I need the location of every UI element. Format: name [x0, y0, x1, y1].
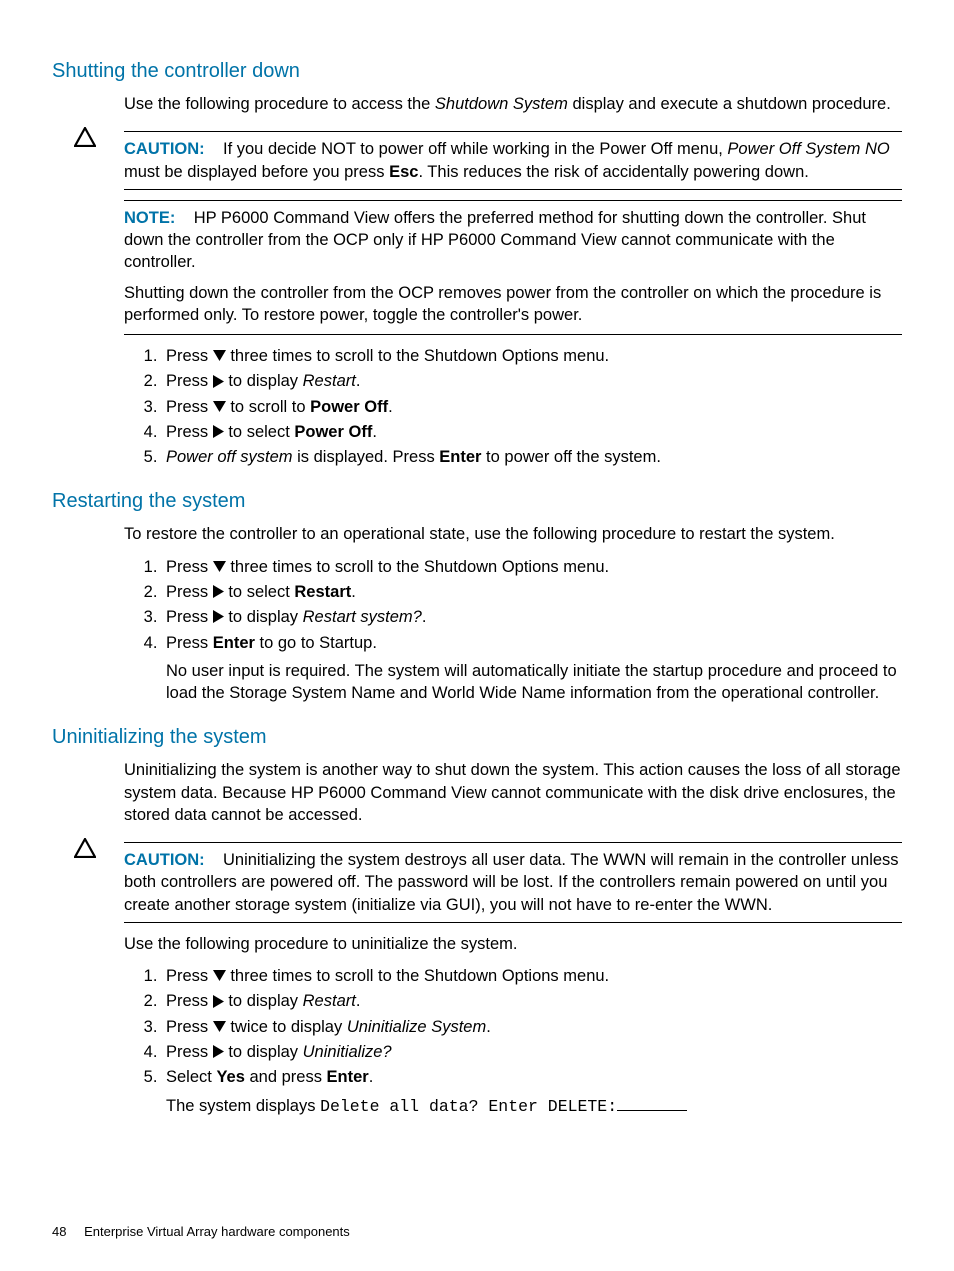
caution-1-block: CAUTION: If you decide NOT to power off …: [124, 131, 902, 190]
arrow-right-icon: [213, 425, 224, 438]
heading-shutting-down: Shutting the controller down: [52, 58, 902, 85]
input-blank: [617, 1110, 687, 1111]
section2-step-3: Press to display Restart system?.: [162, 606, 902, 628]
section3-step-5-note: The system displays Delete all data? Ent…: [166, 1095, 902, 1118]
caution-2: CAUTION: Uninitializing the system destr…: [74, 836, 902, 1128]
arrow-right-icon: [213, 375, 224, 388]
section3-step-2: Press to display Restart.: [162, 990, 902, 1012]
note-label: NOTE:: [124, 209, 175, 227]
section3-step-5: Select Yes and press Enter. The system d…: [162, 1066, 902, 1118]
heading-uninitializing: Uninitializing the system: [52, 724, 902, 751]
section1-step-5: Power off system is displayed. Press Ent…: [162, 446, 902, 468]
section1-step-1: Press three times to scroll to the Shutd…: [162, 345, 902, 367]
note-1-block: NOTE: HP P6000 Command View offers the p…: [124, 200, 902, 335]
arrow-down-icon: [213, 561, 226, 572]
arrow-down-icon: [213, 350, 226, 361]
section3-step-1: Press three times to scroll to the Shutd…: [162, 965, 902, 987]
section2-step-1: Press three times to scroll to the Shutd…: [162, 556, 902, 578]
caution-label: CAUTION:: [124, 140, 205, 158]
section1-step-4: Press to select Power Off.: [162, 421, 902, 443]
section1-steps: Press three times to scroll to the Shutd…: [124, 345, 902, 468]
caution-icon: [74, 125, 124, 153]
page-number: 48: [52, 1223, 66, 1241]
page-footer: 48 Enterprise Virtual Array hardware com…: [52, 1223, 350, 1241]
section2-step-4: Press Enter to go to Startup. No user in…: [162, 632, 902, 705]
document-page: Shutting the controller down Use the fol…: [0, 0, 954, 1271]
section3-steps: Press three times to scroll to the Shutd…: [124, 965, 902, 1118]
caution-icon: [74, 836, 124, 864]
section1-intro: Use the following procedure to access th…: [124, 93, 902, 115]
arrow-right-icon: [213, 585, 224, 598]
section2-steps: Press three times to scroll to the Shutd…: [124, 556, 902, 705]
section3-intro: Uninitializing the system is another way…: [124, 759, 902, 826]
caution-2-block: CAUTION: Uninitializing the system destr…: [124, 842, 902, 923]
arrow-down-icon: [213, 1021, 226, 1032]
section3-step-3: Press twice to display Uninitialize Syst…: [162, 1016, 902, 1038]
arrow-down-icon: [213, 401, 226, 412]
section3-step-4: Press to display Uninitialize?: [162, 1041, 902, 1063]
section2-step-4-note: No user input is required. The system wi…: [166, 660, 902, 705]
section1-step-2: Press to display Restart.: [162, 370, 902, 392]
arrow-right-icon: [213, 610, 224, 623]
section2-body: To restore the controller to an operatio…: [124, 523, 902, 704]
footer-title: Enterprise Virtual Array hardware compon…: [84, 1224, 350, 1239]
section1-step-3: Press to scroll to Power Off.: [162, 396, 902, 418]
section3-body: Uninitializing the system is another way…: [124, 759, 902, 826]
arrow-right-icon: [213, 995, 224, 1008]
caution-1: CAUTION: If you decide NOT to power off …: [74, 125, 902, 478]
section2-step-2: Press to select Restart.: [162, 581, 902, 603]
arrow-right-icon: [213, 1045, 224, 1058]
arrow-down-icon: [213, 970, 226, 981]
section1-body: Use the following procedure to access th…: [124, 93, 902, 115]
section3-post: Use the following procedure to uninitial…: [124, 933, 902, 955]
heading-restarting: Restarting the system: [52, 488, 902, 515]
caution-label: CAUTION:: [124, 851, 205, 869]
section2-intro: To restore the controller to an operatio…: [124, 523, 902, 545]
